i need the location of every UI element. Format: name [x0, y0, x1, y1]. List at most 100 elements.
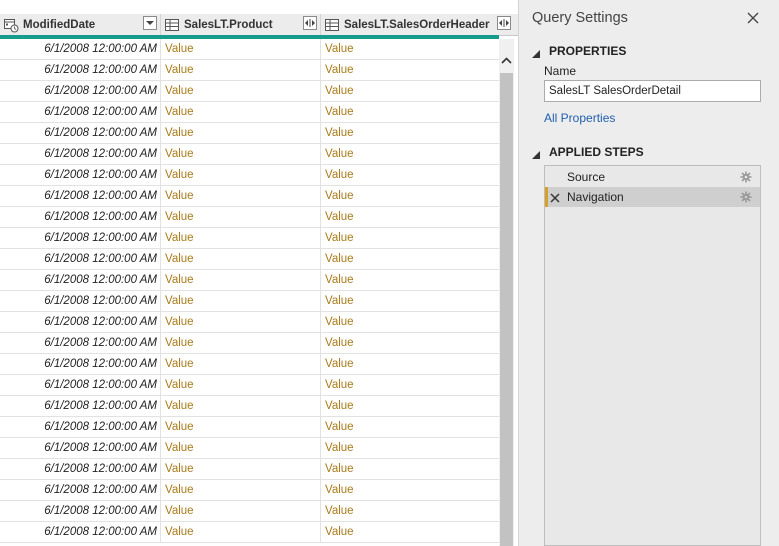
cell-salesorderheader-value[interactable]: Value: [321, 249, 499, 269]
vertical-scrollbar[interactable]: [499, 39, 514, 546]
cell-modifieddate[interactable]: 6/1/2008 12:00:00 AM: [0, 165, 161, 185]
scrollbar-thumb[interactable]: [500, 73, 513, 546]
cell-salesorderheader-value[interactable]: Value: [321, 186, 499, 206]
dropdown-icon[interactable]: [143, 16, 157, 30]
table-row[interactable]: 6/1/2008 12:00:00 AM Value Value: [0, 228, 499, 249]
cell-salesorderheader-value[interactable]: Value: [321, 375, 499, 395]
scroll-up-icon[interactable]: [499, 49, 514, 71]
step-navigation[interactable]: Navigation: [545, 187, 760, 207]
table-row[interactable]: 6/1/2008 12:00:00 AM Value Value: [0, 207, 499, 228]
table-type-icon[interactable]: [164, 17, 180, 33]
cell-salesorderheader-value[interactable]: Value: [321, 417, 499, 437]
cell-salesorderheader-value[interactable]: Value: [321, 270, 499, 290]
table-row[interactable]: 6/1/2008 12:00:00 AM Value Value: [0, 522, 499, 543]
table-row[interactable]: 6/1/2008 12:00:00 AM Value Value: [0, 39, 499, 60]
properties-section-header[interactable]: PROPERTIES: [532, 44, 626, 58]
cell-salesorderheader-value[interactable]: Value: [321, 333, 499, 353]
cell-product-value[interactable]: Value: [161, 228, 321, 248]
table-row[interactable]: 6/1/2008 12:00:00 AM Value Value: [0, 102, 499, 123]
cell-salesorderheader-value[interactable]: Value: [321, 291, 499, 311]
delete-step-icon[interactable]: [550, 192, 560, 203]
cell-salesorderheader-value[interactable]: Value: [321, 207, 499, 227]
cell-modifieddate[interactable]: 6/1/2008 12:00:00 AM: [0, 375, 161, 395]
cell-modifieddate[interactable]: 6/1/2008 12:00:00 AM: [0, 501, 161, 521]
cell-salesorderheader-value[interactable]: Value: [321, 522, 499, 542]
cell-product-value[interactable]: Value: [161, 270, 321, 290]
cell-modifieddate[interactable]: 6/1/2008 12:00:00 AM: [0, 102, 161, 122]
cell-modifieddate[interactable]: 6/1/2008 12:00:00 AM: [0, 228, 161, 248]
cell-modifieddate[interactable]: 6/1/2008 12:00:00 AM: [0, 522, 161, 542]
cell-product-value[interactable]: Value: [161, 333, 321, 353]
cell-salesorderheader-value[interactable]: Value: [321, 144, 499, 164]
cell-product-value[interactable]: Value: [161, 39, 321, 59]
cell-product-value[interactable]: Value: [161, 522, 321, 542]
cell-modifieddate[interactable]: 6/1/2008 12:00:00 AM: [0, 144, 161, 164]
cell-modifieddate[interactable]: 6/1/2008 12:00:00 AM: [0, 354, 161, 374]
cell-product-value[interactable]: Value: [161, 501, 321, 521]
query-name-input[interactable]: [544, 80, 761, 102]
table-row[interactable]: 6/1/2008 12:00:00 AM Value Value: [0, 480, 499, 501]
cell-modifieddate[interactable]: 6/1/2008 12:00:00 AM: [0, 480, 161, 500]
cell-product-value[interactable]: Value: [161, 186, 321, 206]
table-row[interactable]: 6/1/2008 12:00:00 AM Value Value: [0, 81, 499, 102]
cell-salesorderheader-value[interactable]: Value: [321, 354, 499, 374]
cell-modifieddate[interactable]: 6/1/2008 12:00:00 AM: [0, 396, 161, 416]
cell-modifieddate[interactable]: 6/1/2008 12:00:00 AM: [0, 39, 161, 59]
datetime-type-icon[interactable]: [3, 17, 19, 33]
cell-product-value[interactable]: Value: [161, 102, 321, 122]
close-icon[interactable]: [745, 10, 761, 26]
table-row[interactable]: 6/1/2008 12:00:00 AM Value Value: [0, 60, 499, 81]
cell-salesorderheader-value[interactable]: Value: [321, 39, 499, 59]
cell-modifieddate[interactable]: 6/1/2008 12:00:00 AM: [0, 312, 161, 332]
table-row[interactable]: 6/1/2008 12:00:00 AM Value Value: [0, 417, 499, 438]
cell-salesorderheader-value[interactable]: Value: [321, 165, 499, 185]
cell-salesorderheader-value[interactable]: Value: [321, 312, 499, 332]
table-row[interactable]: 6/1/2008 12:00:00 AM Value Value: [0, 438, 499, 459]
table-row[interactable]: 6/1/2008 12:00:00 AM Value Value: [0, 333, 499, 354]
column-header-product[interactable]: SalesLT.Product: [161, 14, 321, 35]
expand-icon[interactable]: [303, 16, 317, 30]
cell-modifieddate[interactable]: 6/1/2008 12:00:00 AM: [0, 249, 161, 269]
cell-salesorderheader-value[interactable]: Value: [321, 438, 499, 458]
column-header-salesorderheader[interactable]: SalesLT.SalesOrderHeader: [321, 14, 518, 35]
cell-modifieddate[interactable]: 6/1/2008 12:00:00 AM: [0, 81, 161, 101]
table-type-icon[interactable]: [324, 17, 340, 33]
cell-modifieddate[interactable]: 6/1/2008 12:00:00 AM: [0, 459, 161, 479]
table-row[interactable]: 6/1/2008 12:00:00 AM Value Value: [0, 354, 499, 375]
cell-product-value[interactable]: Value: [161, 438, 321, 458]
table-row[interactable]: 6/1/2008 12:00:00 AM Value Value: [0, 249, 499, 270]
cell-product-value[interactable]: Value: [161, 123, 321, 143]
table-row[interactable]: 6/1/2008 12:00:00 AM Value Value: [0, 396, 499, 417]
cell-product-value[interactable]: Value: [161, 249, 321, 269]
cell-salesorderheader-value[interactable]: Value: [321, 459, 499, 479]
table-row[interactable]: 6/1/2008 12:00:00 AM Value Value: [0, 165, 499, 186]
gear-icon[interactable]: [740, 191, 752, 203]
cell-salesorderheader-value[interactable]: Value: [321, 480, 499, 500]
cell-modifieddate[interactable]: 6/1/2008 12:00:00 AM: [0, 186, 161, 206]
table-row[interactable]: 6/1/2008 12:00:00 AM Value Value: [0, 186, 499, 207]
cell-salesorderheader-value[interactable]: Value: [321, 102, 499, 122]
table-row[interactable]: 6/1/2008 12:00:00 AM Value Value: [0, 375, 499, 396]
cell-salesorderheader-value[interactable]: Value: [321, 123, 499, 143]
step-source[interactable]: Source: [545, 167, 760, 187]
collapse-triangle-icon[interactable]: [532, 148, 540, 159]
cell-product-value[interactable]: Value: [161, 207, 321, 227]
expand-icon[interactable]: [497, 16, 511, 30]
cell-salesorderheader-value[interactable]: Value: [321, 396, 499, 416]
cell-salesorderheader-value[interactable]: Value: [321, 228, 499, 248]
cell-modifieddate[interactable]: 6/1/2008 12:00:00 AM: [0, 333, 161, 353]
cell-product-value[interactable]: Value: [161, 417, 321, 437]
cell-product-value[interactable]: Value: [161, 81, 321, 101]
cell-salesorderheader-value[interactable]: Value: [321, 501, 499, 521]
table-row[interactable]: 6/1/2008 12:00:00 AM Value Value: [0, 144, 499, 165]
cell-product-value[interactable]: Value: [161, 354, 321, 374]
cell-modifieddate[interactable]: 6/1/2008 12:00:00 AM: [0, 291, 161, 311]
cell-salesorderheader-value[interactable]: Value: [321, 81, 499, 101]
cell-product-value[interactable]: Value: [161, 60, 321, 80]
cell-modifieddate[interactable]: 6/1/2008 12:00:00 AM: [0, 207, 161, 227]
cell-modifieddate[interactable]: 6/1/2008 12:00:00 AM: [0, 270, 161, 290]
applied-steps-section-header[interactable]: APPLIED STEPS: [532, 145, 644, 159]
cell-modifieddate[interactable]: 6/1/2008 12:00:00 AM: [0, 60, 161, 80]
all-properties-link[interactable]: All Properties: [544, 111, 615, 125]
cell-product-value[interactable]: Value: [161, 312, 321, 332]
